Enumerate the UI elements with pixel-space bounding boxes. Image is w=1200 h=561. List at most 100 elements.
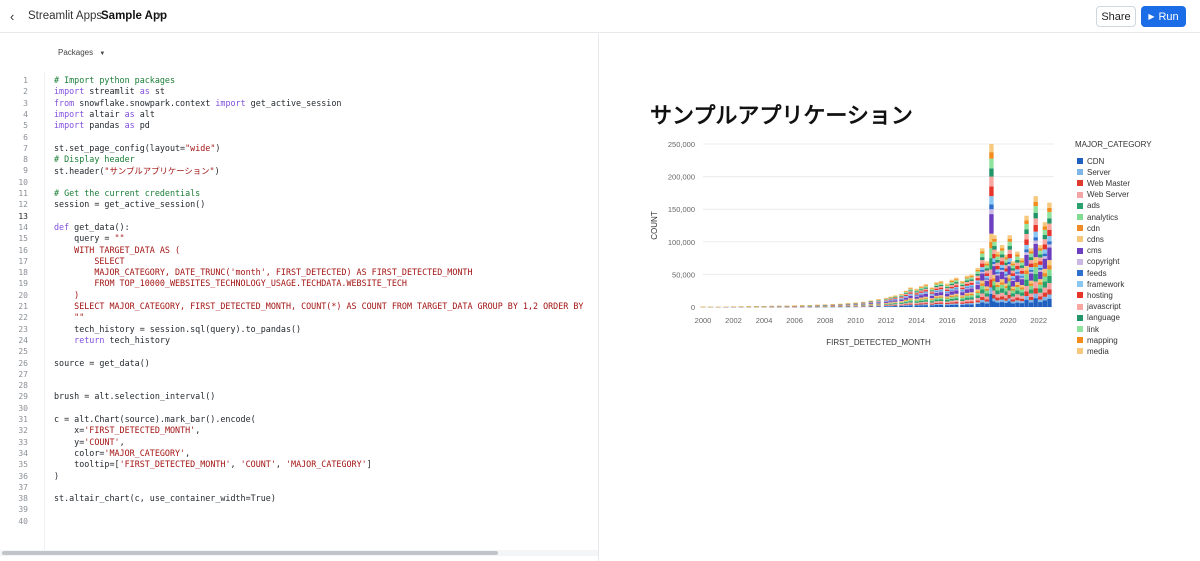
code-line[interactable]: MAJOR_CATEGORY, DATE_TRUNC('month', FIRS… [54,267,472,277]
packages-dropdown[interactable]: Packages ▼ [58,48,105,57]
code-line[interactable]: # Display header [54,154,135,164]
x-tick-label: 2010 [847,316,864,325]
breadcrumb-streamlit-apps[interactable]: Streamlit Apps [28,10,102,22]
legend-item[interactable]: Web Server [1077,190,1129,200]
code-line[interactable]: st.set_page_config(layout="wide") [54,143,220,153]
bar-segment [888,300,893,301]
chevron-left-icon[interactable]: ‹ [10,9,14,24]
legend-item[interactable]: cdn [1077,223,1100,233]
bar-segment [969,280,974,283]
code-line[interactable]: def get_data(): [54,222,130,232]
legend-item[interactable]: media [1077,346,1109,356]
bar-segment [980,263,985,268]
bar-segment [919,289,924,291]
bar-segment [938,287,944,290]
code-line[interactable]: c = alt.Chart(source).mark_bar().encode( [54,414,256,424]
bar-segment [1028,273,1034,281]
legend-item[interactable]: hosting [1077,290,1113,300]
bar-segment [929,305,935,307]
bar-segment [934,305,939,307]
code-editor[interactable]: Packages ▼ 1 2 3 4 5 6 7 8 9 10 11 12 13 14 15 16 17 18 19… [0,34,599,561]
code-line[interactable]: FROM TOP_10000_WEBSITES_TECHNOLOGY_USAGE… [54,278,407,288]
share-button[interactable]: Share [1096,6,1136,27]
code-line[interactable]: session = get_active_session() [54,199,205,209]
code-line[interactable]: tech_history = session.sql(query).to_pan… [54,324,301,334]
bar-segment [969,301,974,304]
code-line[interactable]: SELECT [54,256,124,266]
code-line[interactable]: st.header("サンプルアプリケーション") [54,165,220,177]
bar-segment [954,295,959,297]
legend-item[interactable]: ads [1077,201,1100,211]
legend-item[interactable]: analytics [1077,212,1118,222]
bar-segment [1033,293,1038,299]
line-number: 1 [23,76,28,85]
bar-segment [960,295,965,297]
bar-segment [944,293,950,297]
bar-segment [944,304,950,306]
bar-segment [1010,301,1015,304]
legend-item[interactable]: Web Master [1077,178,1130,188]
bar-segment [1047,260,1052,266]
bar-segment [944,285,950,288]
bar-segment [1028,283,1034,286]
code-line[interactable]: from snowflake.snowpark.context import g… [54,98,341,108]
bar-segment [903,290,909,292]
code-line[interactable]: WITH TARGET_DATA AS ( [54,245,180,255]
legend-item[interactable]: language [1077,313,1120,323]
code-line[interactable]: brush = alt.selection_interval() [54,391,215,401]
legend-item[interactable]: mapping [1077,335,1118,345]
legend-item[interactable]: link [1077,324,1099,334]
line-number: 12 [18,200,28,210]
line-number: 24 [18,335,28,345]
code-line[interactable]: st.altair_chart(c, use_container_width=T… [54,493,276,503]
legend-item[interactable]: Server [1077,167,1111,177]
code-line[interactable]: ) [54,290,79,300]
bar-segment [992,241,997,247]
bar-segment [964,277,970,279]
legend-swatch [1077,303,1083,310]
bar-segment [868,300,874,301]
bar-segment [999,296,1005,300]
bar-segment [908,302,913,304]
code-line[interactable]: "" [54,312,84,322]
run-button[interactable]: ▶ Run [1141,6,1186,27]
legend-item[interactable]: feeds [1077,268,1107,278]
code-line[interactable]: SELECT MAJOR_CATEGORY, FIRST_DETECTED_MO… [54,301,583,311]
code-line[interactable]: x='FIRST_DETECTED_MONTH', [54,425,200,435]
code-line[interactable]: import altair as alt [54,109,155,119]
bar-segment [923,286,929,288]
code-line[interactable]: # Get the current credentials [54,188,200,198]
chevron-down-icon[interactable]: ▼ [155,11,163,20]
bar-segment [914,296,919,299]
code-line[interactable]: ) [54,471,59,481]
code-line[interactable]: color='MAJOR_CATEGORY', [54,448,190,458]
bar-segment [1042,268,1048,274]
packages-label: Packages [58,48,94,57]
bar-segment [914,300,919,302]
legend-swatch [1077,225,1083,232]
code-line[interactable]: return tech_history [54,335,170,345]
code-line[interactable]: import pandas as pd [54,120,150,130]
legend-item[interactable]: javascript [1077,302,1121,312]
legend-item[interactable]: cms [1077,246,1102,256]
bar-segment [995,272,1000,274]
bar-segment [1019,295,1025,299]
line-number: 13 [18,211,28,221]
code-line[interactable]: y='COUNT', [54,437,124,447]
code-line[interactable]: query = "" [54,233,124,243]
bar-segment [992,238,997,242]
code-line[interactable]: import streamlit as st [54,86,165,96]
legend-item[interactable]: copyright [1077,257,1119,267]
legend-item[interactable]: cdns [1077,234,1104,244]
code-line[interactable]: # Import python packages [54,75,175,85]
bar-segment [893,295,898,297]
code-line[interactable]: source = get_data() [54,358,150,368]
bar-segment [980,297,985,300]
legend-item[interactable]: CDN [1077,156,1104,166]
bar-segment [899,305,904,306]
bar-segment [1047,247,1052,261]
horizontal-scrollbar-thumb[interactable] [2,551,498,555]
bar-segment [929,289,935,291]
legend-item[interactable]: framework [1077,279,1124,289]
code-line[interactable]: tooltip=['FIRST_DETECTED_MONTH', 'COUNT'… [54,459,372,469]
